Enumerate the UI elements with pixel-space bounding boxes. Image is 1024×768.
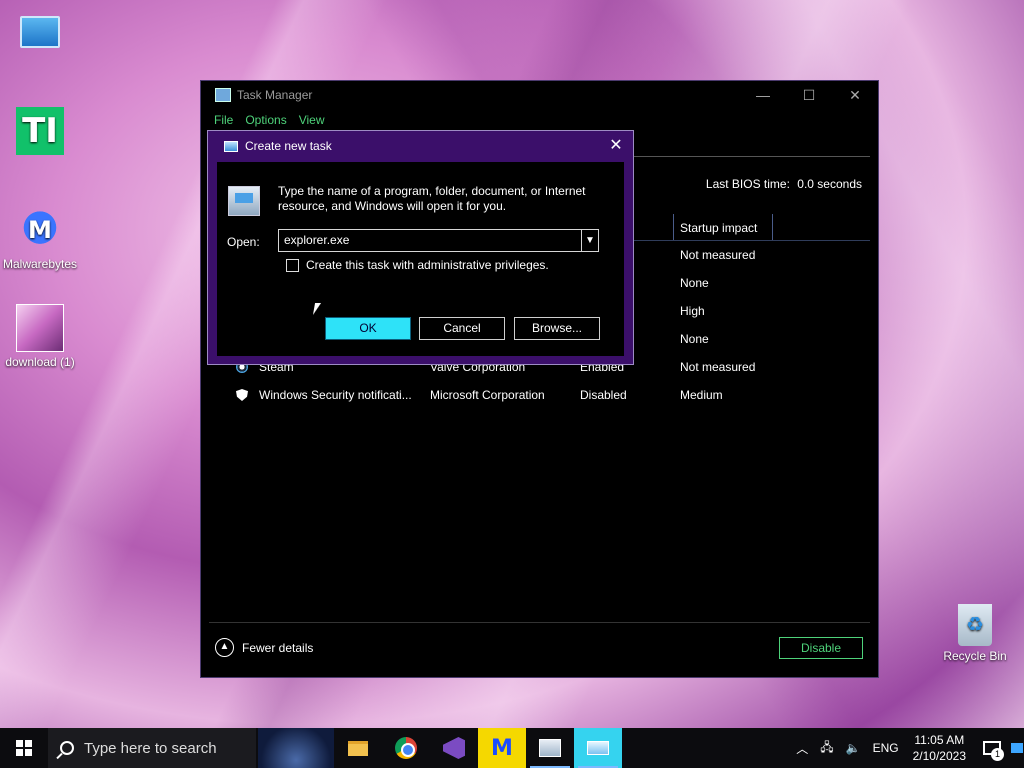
impact-cell: None: [680, 332, 709, 346]
cancel-button[interactable]: Cancel: [419, 317, 505, 340]
dialog-title: Create new task: [245, 139, 332, 153]
menu-bar: File Options View: [201, 109, 878, 131]
name-cell: Windows Security notificati...: [259, 388, 412, 402]
desktop-icon-malwarebytes[interactable]: Malwarebytes: [0, 206, 82, 271]
desktop-icon-label: Recycle Bin: [943, 649, 1007, 663]
bios-value: 0.0 seconds: [797, 177, 862, 191]
desktop-icon-this-pc[interactable]: [0, 10, 80, 51]
computer-icon: [20, 16, 60, 48]
clock[interactable]: 11:05 AM 2/10/2023: [905, 732, 974, 764]
desktop-icon-download[interactable]: download (1): [0, 304, 82, 369]
desktop-icon-label: Malwarebytes: [2, 257, 78, 271]
fewer-details-link[interactable]: ▲ Fewer details: [215, 638, 313, 657]
open-combobox[interactable]: explorer.exe ▼: [278, 229, 599, 252]
taskbar-file-explorer[interactable]: [334, 728, 382, 768]
clock-date: 2/10/2023: [912, 749, 966, 763]
system-tray: ︿ 🖧 🔈 ENG 11:05 AM 2/10/2023 1: [790, 728, 1024, 768]
desktop-icon-label: download (1): [5, 355, 75, 369]
ok-button[interactable]: OK: [325, 317, 411, 340]
menu-options[interactable]: Options: [245, 113, 286, 127]
minimize-button[interactable]: —: [740, 81, 786, 109]
maximize-button[interactable]: ☐: [786, 81, 832, 109]
notification-count: 1: [991, 748, 1004, 761]
start-button[interactable]: [0, 728, 48, 768]
network-icon[interactable]: 🖧: [814, 728, 839, 768]
recycle-bin-icon: [958, 604, 992, 646]
search-placeholder: Type here to search: [84, 739, 217, 757]
impact-cell: Medium: [680, 388, 723, 402]
task-manager-icon: [215, 88, 231, 102]
ti-app-icon: TI: [16, 107, 64, 155]
show-desktop-button[interactable]: [1010, 728, 1024, 768]
taskbar-visual-studio[interactable]: [430, 728, 478, 768]
taskbar: Type here to search M ︿ 🖧 🔈 ENG 11:05 AM…: [0, 728, 1024, 768]
folder-icon: [348, 740, 368, 756]
show-hidden-icons-chevron-icon[interactable]: ︿: [790, 728, 814, 768]
fewer-details-label: Fewer details: [242, 640, 314, 655]
checkbox-box[interactable]: [286, 258, 299, 272]
open-input[interactable]: explorer.exe: [279, 230, 581, 251]
open-label: Open:: [227, 235, 260, 249]
create-new-task-dialog: Create new task ✕ Type the name of a pro…: [207, 130, 634, 365]
window-title: Task Manager: [237, 88, 313, 102]
search-highlight-image[interactable]: [258, 728, 334, 768]
dialog-close-button[interactable]: ✕: [599, 131, 633, 161]
malwarebytes-icon: M: [491, 735, 513, 761]
publisher-cell: Microsoft Corporation: [430, 388, 545, 402]
windows-logo-icon: [16, 740, 32, 756]
action-center-button[interactable]: 1: [974, 728, 1010, 768]
bios-label: Last BIOS time:: [705, 177, 790, 191]
menu-file[interactable]: File: [214, 113, 233, 127]
close-button[interactable]: ✕: [832, 81, 878, 109]
task-manager-icon: [539, 739, 561, 757]
run-icon: [587, 741, 609, 755]
search-box[interactable]: Type here to search: [48, 728, 256, 768]
impact-cell: High: [680, 304, 705, 318]
dialog-message: Type the name of a program, folder, docu…: [278, 184, 586, 213]
clock-time: 11:05 AM: [914, 733, 965, 747]
chevron-down-icon[interactable]: ▼: [581, 230, 598, 251]
image-file-icon: [16, 304, 64, 352]
menu-view[interactable]: View: [299, 113, 325, 127]
desktop-preview-icon: [1011, 743, 1023, 753]
bios-time: Last BIOS time: 0.0 seconds: [702, 177, 862, 191]
desktop-icon-recycle-bin[interactable]: Recycle Bin: [935, 604, 1015, 663]
admin-privileges-checkbox[interactable]: Create this task with administrative pri…: [286, 258, 549, 272]
dialog-body: Type the name of a program, folder, docu…: [217, 162, 624, 356]
run-icon: [224, 140, 238, 152]
taskbar-run-dialog[interactable]: [574, 728, 622, 768]
chevron-up-icon: ▲: [215, 638, 234, 657]
malwarebytes-icon: [16, 206, 64, 254]
run-dialog-icon: [228, 186, 260, 216]
taskbar-malwarebytes[interactable]: M: [478, 728, 526, 768]
desktop-icon-ti[interactable]: TI: [0, 107, 80, 158]
checkbox-label: Create this task with administrative pri…: [306, 258, 549, 272]
table-row[interactable]: Windows Security notificati... Microsoft…: [231, 381, 870, 409]
language-indicator[interactable]: ENG: [867, 728, 905, 768]
title-bar[interactable]: Task Manager — ☐ ✕: [201, 81, 878, 109]
taskbar-task-manager[interactable]: [526, 728, 574, 768]
visual-studio-icon: [443, 737, 465, 759]
column-header-startup-impact[interactable]: Startup impact: [673, 214, 773, 240]
search-icon: [60, 741, 74, 755]
taskbar-chrome[interactable]: [382, 728, 430, 768]
impact-cell: None: [680, 276, 709, 290]
browse-button[interactable]: Browse...: [514, 317, 600, 340]
volume-icon[interactable]: 🔈: [840, 728, 867, 768]
dialog-title-bar[interactable]: Create new task ✕: [208, 131, 633, 161]
chrome-icon: [395, 737, 417, 759]
status-cell: Disabled: [580, 388, 627, 402]
impact-cell: Not measured: [680, 248, 756, 262]
shield-icon: [236, 389, 248, 401]
tab-strip-divider: [633, 156, 870, 157]
footer-divider: [209, 622, 870, 623]
impact-cell: Not measured: [680, 360, 756, 374]
disable-button[interactable]: Disable: [779, 637, 863, 659]
